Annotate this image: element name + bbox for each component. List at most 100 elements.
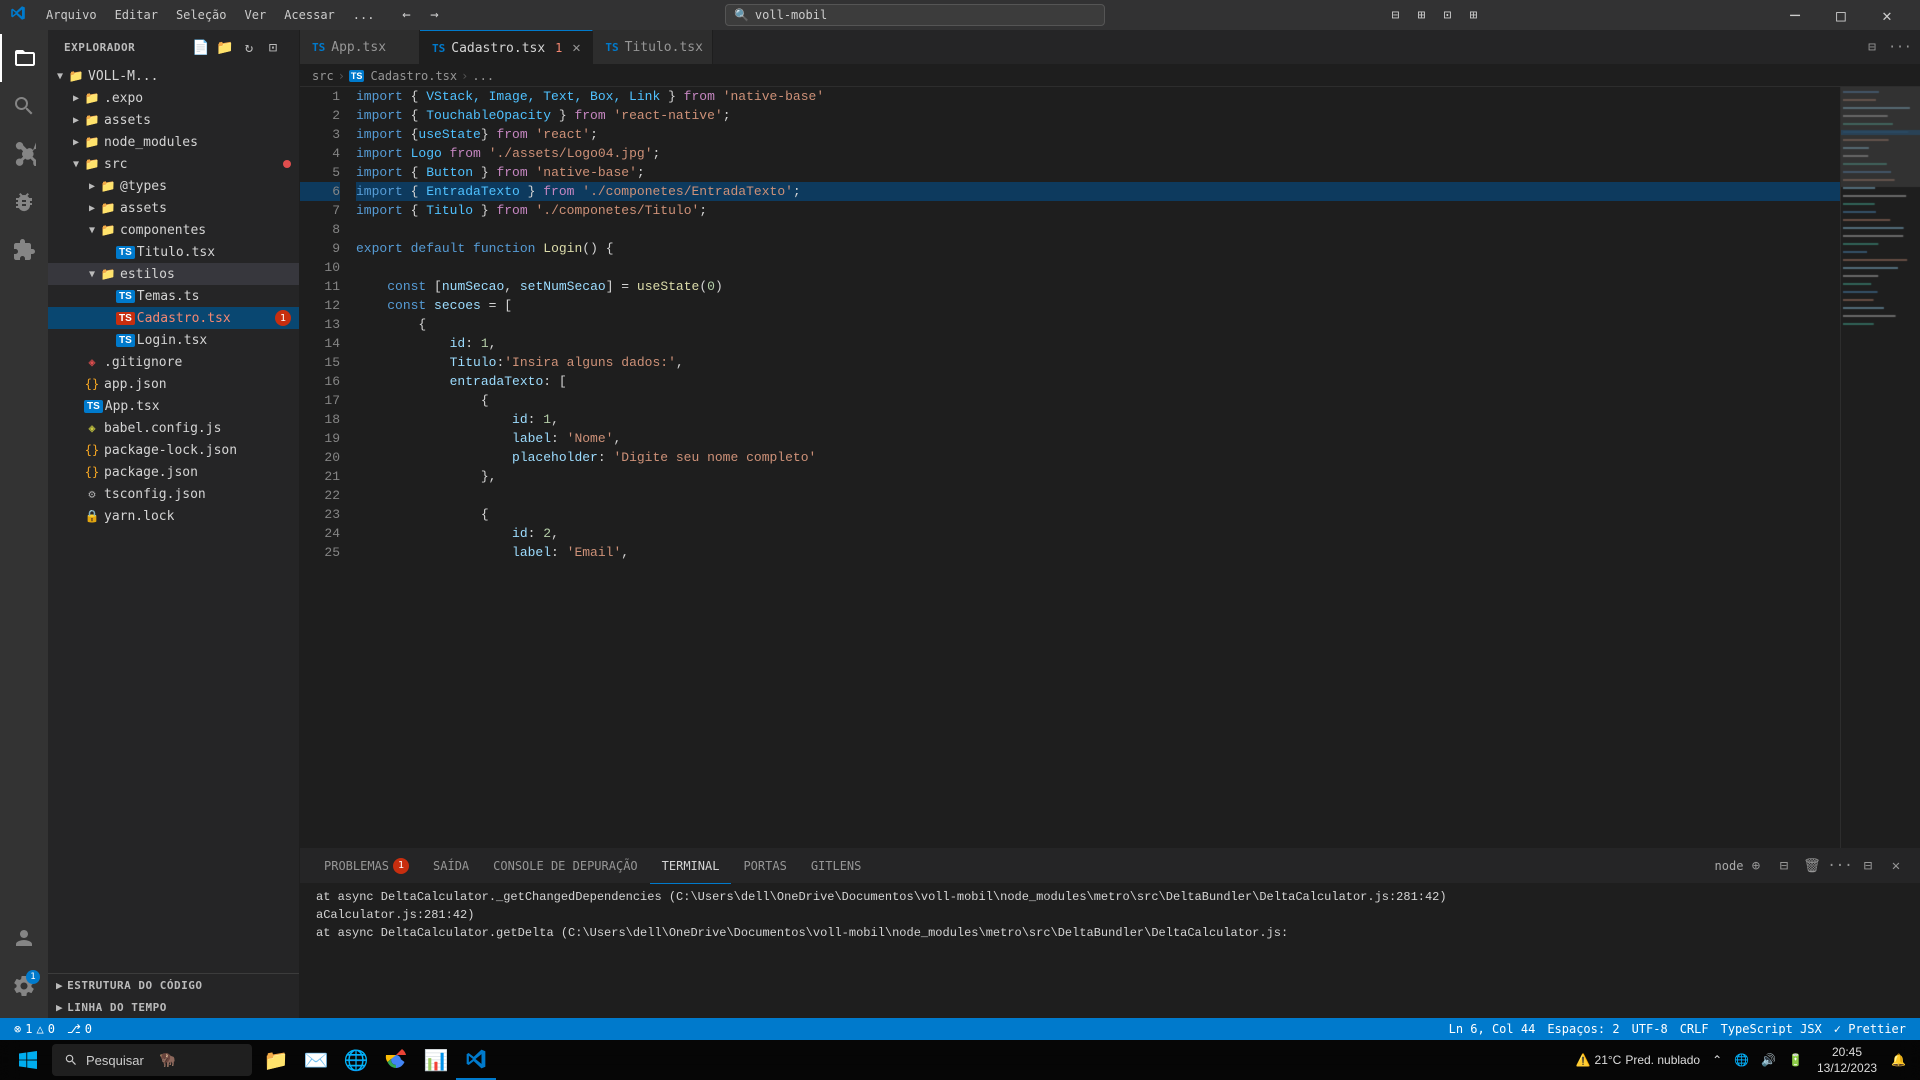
status-eol[interactable]: CRLF — [1674, 1018, 1715, 1040]
tree-item-types[interactable]: ▶ 📁 @types — [48, 175, 299, 197]
systray-chevron[interactable]: ⌃ — [1706, 1040, 1728, 1080]
panel-tab-problems[interactable]: PROBLEMAS 1 — [312, 849, 421, 884]
tree-item-temas[interactable]: ▶ TS Temas.ts — [48, 285, 299, 307]
tab-titulo[interactable]: TS Titulo.tsx — [593, 30, 713, 65]
activity-git[interactable] — [0, 130, 48, 178]
tree-item-assets2[interactable]: ▶ 📁 assets — [48, 197, 299, 219]
code-line-23[interactable]: { — [356, 505, 1840, 524]
layout-btn-4[interactable]: ⊞ — [1461, 5, 1485, 25]
code-line-25[interactable]: label: 'Email', — [356, 543, 1840, 562]
tree-item-babel[interactable]: ▶ ◈ babel.config.js — [48, 417, 299, 439]
tree-item-src[interactable]: ▼ 📁 src — [48, 153, 299, 175]
tree-item-pkglock[interactable]: ▶ {} package-lock.json — [48, 439, 299, 461]
taskbar-explorer[interactable]: 📁 — [256, 1040, 296, 1080]
status-git[interactable]: ⎇ 0 — [61, 1018, 98, 1040]
menu-ver[interactable]: Ver — [237, 6, 275, 24]
code-line-11[interactable]: const [numSecao, setNumSecao] = useState… — [356, 277, 1840, 296]
activity-explorer[interactable] — [0, 34, 48, 82]
systray-network[interactable]: 🌐 — [1728, 1040, 1755, 1080]
tree-item-expo[interactable]: ▶ 📁 .expo — [48, 87, 299, 109]
code-line-17[interactable]: { — [356, 391, 1840, 410]
sidebar-timeline[interactable]: ▶ LINHA DO TEMPO — [48, 996, 299, 1018]
tree-item-estilos[interactable]: ▼ 📁 estilos — [48, 263, 299, 285]
panel-tab-console[interactable]: CONSOLE DE DEPURAÇÃO — [481, 849, 650, 884]
collapse-all-button[interactable]: ⊡ — [263, 38, 283, 58]
code-line-8[interactable] — [356, 220, 1840, 239]
activity-settings[interactable]: 1 — [0, 962, 48, 1010]
tree-item-node-modules[interactable]: ▶ 📁 node_modules — [48, 131, 299, 153]
code-line-15[interactable]: Titulo:'Insira alguns dados:', — [356, 353, 1840, 372]
status-spaces[interactable]: Espaços: 2 — [1541, 1018, 1625, 1040]
activity-account[interactable] — [0, 914, 48, 962]
menu-more[interactable]: ... — [345, 6, 383, 24]
breadcrumb-more[interactable]: ... — [472, 69, 494, 83]
nav-forward-button[interactable]: → — [422, 5, 446, 25]
layout-btn-3[interactable]: ⊡ — [1435, 5, 1459, 25]
breadcrumb-file[interactable]: Cadastro.tsx — [370, 69, 457, 83]
tree-item-yarn[interactable]: ▶ 🔒 yarn.lock — [48, 505, 299, 527]
tree-item-componentes[interactable]: ▼ 📁 componentes — [48, 219, 299, 241]
tab-cadastro-close[interactable]: ✕ — [568, 40, 584, 56]
tree-item-pkg[interactable]: ▶ {} package.json — [48, 461, 299, 483]
sidebar-estrutura[interactable]: ▶ ESTRUTURA DO CÓDIGO — [48, 974, 299, 996]
systray-battery[interactable]: 🔋 — [1782, 1040, 1809, 1080]
status-encoding[interactable]: UTF-8 — [1626, 1018, 1674, 1040]
status-formatter[interactable]: ✓ Prettier — [1828, 1018, 1912, 1040]
nav-back-button[interactable]: ← — [394, 5, 418, 25]
close-button[interactable]: ✕ — [1864, 0, 1910, 30]
layout-btn-1[interactable]: ⊟ — [1383, 5, 1407, 25]
taskbar-mail[interactable]: ✉️ — [296, 1040, 336, 1080]
taskbar-vscode[interactable] — [456, 1040, 496, 1080]
code-line-9[interactable]: export default function Login() { — [356, 239, 1840, 258]
code-line-24[interactable]: id: 2, — [356, 524, 1840, 543]
code-line-21[interactable]: }, — [356, 467, 1840, 486]
new-terminal-button[interactable]: ⊕ — [1744, 854, 1768, 878]
split-terminal-button[interactable]: ⊟ — [1772, 854, 1796, 878]
code-line-2[interactable]: import { TouchableOpacity } from 'react-… — [356, 106, 1840, 125]
systray-sound[interactable]: 🔊 — [1755, 1040, 1782, 1080]
taskbar-grid[interactable]: 📊 — [416, 1040, 456, 1080]
breadcrumb-src[interactable]: src — [312, 69, 334, 83]
code-line-19[interactable]: label: 'Nome', — [356, 429, 1840, 448]
taskbar-edge[interactable]: 🌐 — [336, 1040, 376, 1080]
tree-item-gitignore[interactable]: ▶ ◈ .gitignore — [48, 351, 299, 373]
panel-more-button[interactable]: ··· — [1828, 854, 1852, 878]
code-line-14[interactable]: id: 1, — [356, 334, 1840, 353]
code-line-1[interactable]: import { VStack, Image, Text, Box, Link … — [356, 87, 1840, 106]
activity-search[interactable] — [0, 82, 48, 130]
maximize-button[interactable]: □ — [1818, 0, 1864, 30]
win-clock[interactable]: 20:45 13/12/2023 — [1809, 1044, 1885, 1076]
tree-item-appjson[interactable]: ▶ {} app.json — [48, 373, 299, 395]
tree-root[interactable]: ▼ 📁 VOLL-M... — [48, 65, 299, 87]
status-ln-col[interactable]: Ln 6, Col 44 — [1443, 1018, 1542, 1040]
code-line-7[interactable]: import { Titulo } from './componetes/Tit… — [356, 201, 1840, 220]
search-box[interactable]: 🔍 voll-mobil — [725, 4, 1105, 26]
menu-acessar[interactable]: Acessar — [276, 6, 343, 24]
panel-maximize-button[interactable]: ⊟ — [1856, 854, 1880, 878]
windows-start-button[interactable] — [4, 1040, 52, 1080]
layout-btn-2[interactable]: ⊞ — [1409, 5, 1433, 25]
code-line-5[interactable]: import { Button } from 'native-base'; — [356, 163, 1840, 182]
panel-tab-terminal[interactable]: TERMINAL — [650, 849, 732, 884]
split-editor-button[interactable]: ⊟ — [1860, 35, 1884, 59]
systray-warning[interactable]: ⚠️ 21°C Pred. nublado — [1570, 1040, 1707, 1080]
menu-arquivo[interactable]: Arquivo — [38, 6, 105, 24]
minimize-button[interactable]: ─ — [1772, 0, 1818, 30]
taskbar-chrome[interactable] — [376, 1040, 416, 1080]
activity-extensions[interactable] — [0, 226, 48, 274]
code-line-18[interactable]: id: 1, — [356, 410, 1840, 429]
refresh-button[interactable]: ↻ — [239, 38, 259, 58]
tab-app[interactable]: TS App.tsx — [300, 30, 420, 65]
panel-tab-portas[interactable]: PORTAS — [731, 849, 798, 884]
panel-tab-saida[interactable]: SAÍDA — [421, 849, 481, 884]
status-lang[interactable]: TypeScript JSX — [1715, 1018, 1828, 1040]
tree-item-titulo[interactable]: ▶ TS Titulo.tsx — [48, 241, 299, 263]
code-line-10[interactable] — [356, 258, 1840, 277]
activity-debug[interactable] — [0, 178, 48, 226]
new-folder-button[interactable]: 📁 — [215, 38, 235, 58]
code-line-13[interactable]: { — [356, 315, 1840, 334]
tab-cadastro[interactable]: TS Cadastro.tsx 1 ✕ — [420, 30, 593, 65]
status-errors[interactable]: ⊗ 1 △ 0 — [8, 1018, 61, 1040]
menu-selecao[interactable]: Seleção — [168, 6, 235, 24]
more-actions-button[interactable]: ··· — [1888, 35, 1912, 59]
